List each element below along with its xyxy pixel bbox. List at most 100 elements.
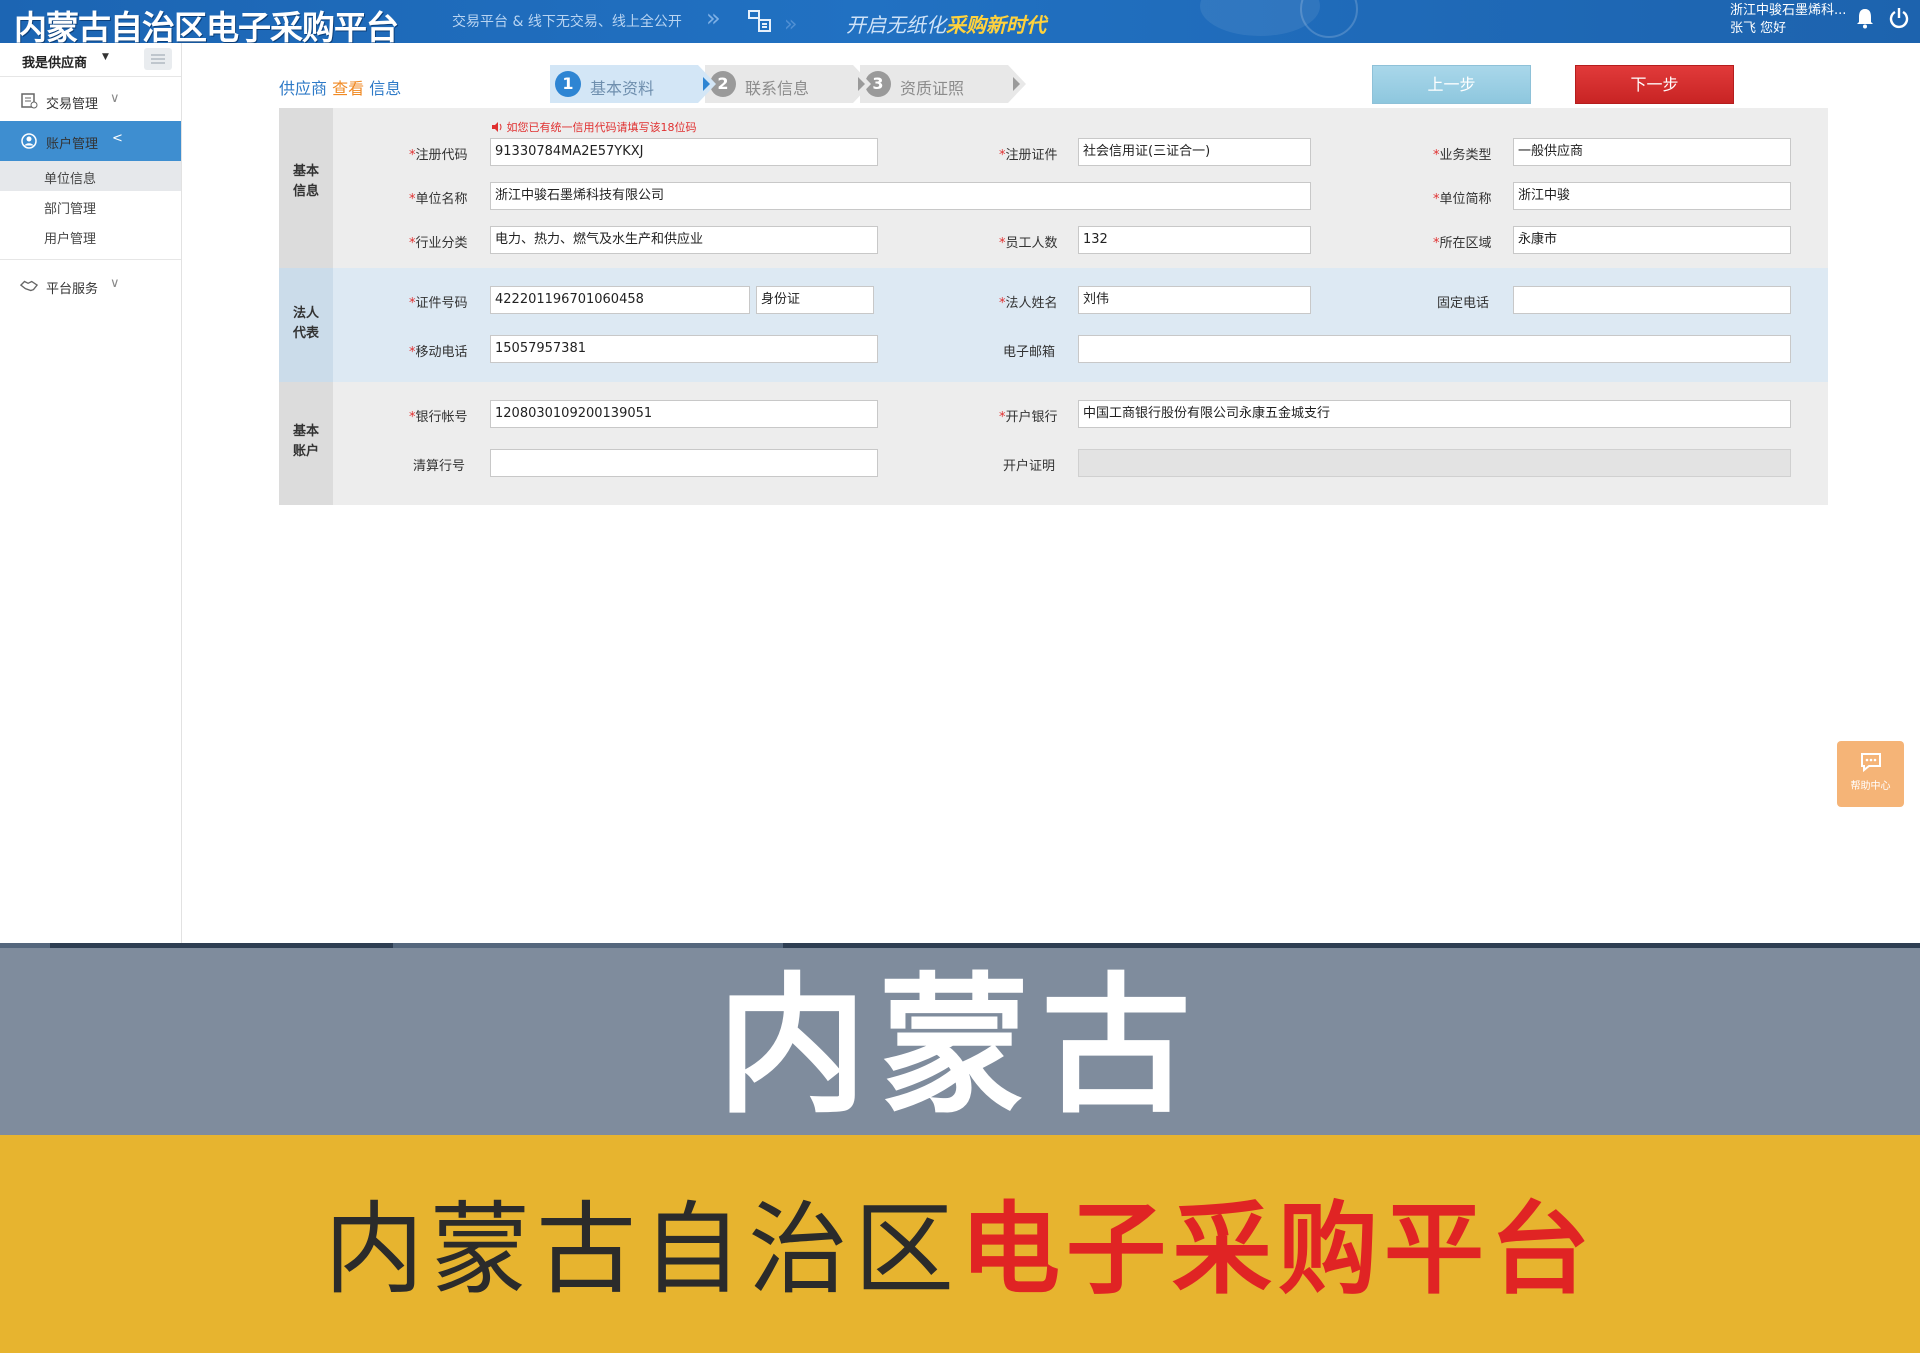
- sidebar-item-account[interactable]: 账户管理 <: [0, 121, 181, 161]
- chevron-right-icon: [1013, 77, 1020, 91]
- divider: [0, 259, 181, 260]
- power-icon[interactable]: [1888, 6, 1910, 30]
- field-label: *单位名称: [409, 192, 468, 207]
- top-bar: 内蒙古自治区电子采购平台 交易平台 & 线下无交易、线上全公开 » » 开启无纸…: [0, 0, 1920, 43]
- help-center-button[interactable]: 帮助中心: [1837, 741, 1904, 807]
- hint-text: 如您已有统一信用代码请填写该18位码: [491, 119, 697, 135]
- section-label: 法人代表: [279, 268, 333, 382]
- id-type-select[interactable]: 身份证: [756, 286, 874, 314]
- page: { "topbar": { "logo": "内蒙古自治区电子采购平台", "s…: [0, 0, 1920, 1353]
- sidebar-subitem-users[interactable]: 用户管理: [0, 221, 181, 251]
- region-input[interactable]: 永康市: [1513, 226, 1791, 254]
- reg-cert-input[interactable]: 社会信用证(三证合一): [1078, 138, 1311, 166]
- banner-subtitle: 内蒙古自治区电子采购平台: [0, 1195, 1920, 1305]
- landline-input[interactable]: [1513, 286, 1791, 314]
- user-info[interactable]: 浙江中骏石墨烯科... 张飞 您好: [1730, 2, 1846, 38]
- section-title: 基本信息: [292, 164, 319, 199]
- chevron-down-icon: ∨: [110, 91, 120, 106]
- mobile-input[interactable]: 15057957381: [490, 335, 878, 363]
- field-label: *所在区域: [1433, 236, 1492, 251]
- section-title: 法人代表: [292, 306, 319, 341]
- industry-input[interactable]: 电力、热力、燃气及水生产和供应业: [490, 226, 878, 254]
- field-label: 固定电话: [1436, 296, 1489, 311]
- step-contact-info[interactable]: 2 联系信息: [705, 65, 871, 103]
- section-label: 基本信息: [279, 108, 333, 268]
- biz-type-input[interactable]: 一般供应商: [1513, 138, 1791, 166]
- platform-logo[interactable]: 内蒙古自治区电子采购平台: [14, 1, 399, 43]
- supplier-form: 基本信息 如您已有统一信用代码请填写该18位码 *注册代码 91330784MA…: [279, 108, 1828, 505]
- sidebar-subitem-label: 用户管理: [44, 232, 97, 247]
- sidebar-subitem-department[interactable]: 部门管理: [0, 191, 181, 221]
- field-label: 开户证明: [1002, 459, 1055, 474]
- section-basic-info: 基本信息 如您已有统一信用代码请填写该18位码 *注册代码 91330784MA…: [279, 108, 1828, 268]
- field-label: *证件号码: [409, 296, 468, 311]
- sidebar-subitem-label: 部门管理: [44, 202, 97, 217]
- unit-short-input[interactable]: 浙江中骏: [1513, 182, 1791, 210]
- role-selector[interactable]: 我是供应商: [22, 52, 87, 71]
- caret-down-icon[interactable]: ▼: [102, 52, 109, 62]
- step-qualification[interactable]: 3 资质证照: [860, 65, 1026, 103]
- reg-code-input[interactable]: 91330784MA2E57YKXJ: [490, 138, 878, 166]
- sidebar-item-transaction[interactable]: 交易管理 ∨: [0, 81, 181, 121]
- step-label: 联系信息: [745, 79, 810, 98]
- section-bank: 基本账户 *银行帐号 1208030109200139051 *开户银行 中国工…: [279, 382, 1828, 505]
- title-part: 供应商: [279, 79, 328, 98]
- staff-count-input[interactable]: 132: [1078, 226, 1311, 254]
- field-label: *注册证件: [999, 148, 1058, 163]
- field-label: *行业分类: [409, 236, 468, 251]
- email-input[interactable]: [1078, 335, 1791, 363]
- field-label: *开户银行: [999, 410, 1058, 425]
- bank-account-input[interactable]: 1208030109200139051: [490, 400, 878, 428]
- id-number-input[interactable]: 422201196701060458: [490, 286, 750, 314]
- monitor-icon: [748, 10, 771, 32]
- sidebar-item-label: 账户管理: [46, 137, 99, 152]
- slogan-emphasis: 采购新时代: [946, 13, 1046, 37]
- speaker-icon: [492, 122, 502, 132]
- section-legal-rep: 法人代表 *证件号码 422201196701060458 身份证 *法人姓名 …: [279, 268, 1828, 382]
- help-label: 帮助中心: [1850, 781, 1891, 792]
- bell-icon[interactable]: [1854, 6, 1876, 30]
- chevron-right-icon: [703, 77, 710, 91]
- company-name: 浙江中骏石墨烯科...: [1730, 3, 1847, 18]
- sidebar-subitem-label: 单位信息: [44, 172, 97, 187]
- hint-label: 如您已有统一信用代码请填写该18位码: [506, 121, 697, 134]
- banner-title-band: 内蒙古: [0, 948, 1920, 1135]
- banner-subtitle-region: 内蒙古自治区: [324, 1191, 960, 1308]
- step-label: 资质证照: [900, 79, 965, 98]
- prev-step-button[interactable]: 上一步: [1372, 65, 1531, 104]
- chevron-down-icon: ∨: [110, 276, 120, 291]
- step-number: 1: [555, 71, 581, 97]
- bank-cert-input[interactable]: [1078, 449, 1791, 477]
- field-label: *法人姓名: [999, 296, 1058, 311]
- sidebar-header: 我是供应商 ▼: [0, 43, 181, 77]
- chevron-right-icon: [858, 77, 865, 91]
- handshake-icon: [20, 280, 38, 292]
- step-basic-info[interactable]: 1 基本资料: [550, 65, 716, 103]
- menu-toggle-button[interactable]: [144, 48, 172, 70]
- clearing-number-input[interactable]: [490, 449, 878, 477]
- field-label: *员工人数: [999, 236, 1058, 251]
- field-label: 电子邮箱: [1002, 345, 1055, 360]
- section-title: 基本账户: [292, 424, 319, 459]
- title-mode: 查看: [332, 79, 365, 98]
- title-part: 信息: [369, 79, 402, 98]
- decor-ring: [1300, 0, 1358, 38]
- chevron-decor-icon: »: [706, 4, 720, 32]
- banner-subtitle-platform: 电子采购平台: [960, 1191, 1596, 1308]
- unit-name-input[interactable]: 浙江中骏石墨烯科技有限公司: [490, 182, 1311, 210]
- field-label: *移动电话: [409, 345, 468, 360]
- next-step-button[interactable]: 下一步: [1575, 65, 1734, 104]
- banner-subtitle-band: 内蒙古自治区电子采购平台: [0, 1135, 1920, 1353]
- account-icon: [21, 133, 37, 149]
- page-title: 供应商 查看 信息: [279, 75, 401, 99]
- bank-name-input[interactable]: 中国工商银行股份有限公司永康五金城支行: [1078, 400, 1791, 428]
- banner-title: 内蒙古: [716, 958, 1203, 1134]
- sidebar-item-platform-service[interactable]: 平台服务 ∨: [0, 266, 181, 306]
- legal-name-input[interactable]: 刘伟: [1078, 286, 1311, 314]
- sidebar-subitem-unit-info[interactable]: 单位信息: [0, 161, 181, 191]
- slogan-highlight: 开启无纸化采购新时代: [846, 9, 1046, 38]
- field-label: *业务类型: [1433, 148, 1492, 163]
- section-label: 基本账户: [279, 382, 333, 505]
- step-label: 基本资料: [590, 79, 655, 98]
- field-label: *银行帐号: [409, 410, 468, 425]
